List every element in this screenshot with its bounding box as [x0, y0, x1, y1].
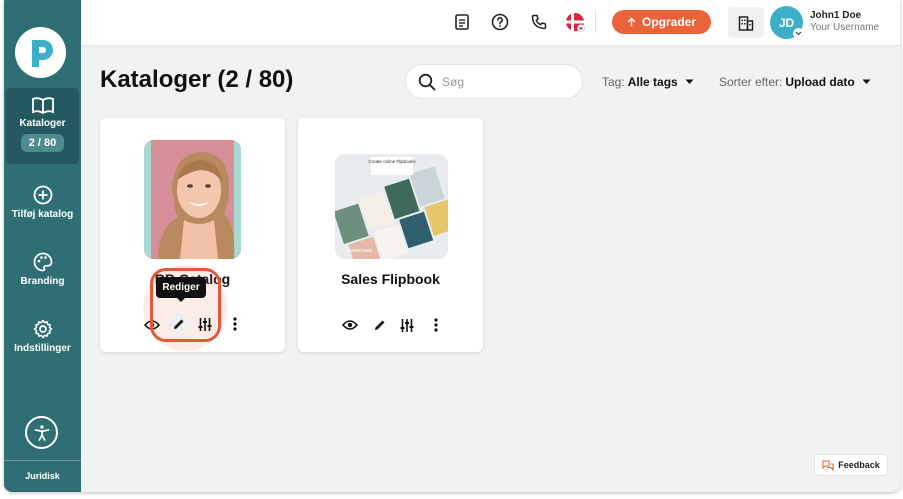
sidebar-item-label: Kataloger — [19, 118, 66, 129]
upgrade-button[interactable]: Opgrader — [612, 10, 711, 34]
plus-circle-icon — [33, 185, 52, 205]
sidebar-divider — [4, 460, 81, 461]
catalog-thumbnail[interactable]: Create online Flipbooks PAPERTURN — [335, 154, 448, 259]
sliders-icon[interactable] — [398, 316, 416, 334]
search-icon — [418, 73, 436, 90]
organization-button[interactable] — [728, 7, 764, 38]
sidebar-item-label: Indstillinger — [14, 343, 71, 354]
pencil-icon[interactable] — [371, 316, 389, 334]
sort-dropdown[interactable]: Sorter efter: Upload dato — [719, 75, 871, 89]
catalog-card[interactable]: Create online Flipbooks PAPERTURN Sales … — [298, 118, 483, 352]
app-logo[interactable] — [15, 27, 66, 78]
sort-value: Upload dato — [785, 75, 855, 89]
catalog-thumbnail[interactable] — [144, 140, 241, 259]
search-input[interactable] — [442, 74, 572, 89]
chevron-down-icon[interactable] — [793, 28, 804, 39]
caret-down-icon — [685, 79, 694, 84]
help-icon[interactable] — [490, 12, 510, 32]
user-subtitle: Your Username — [810, 22, 880, 33]
more-vertical-icon[interactable] — [226, 315, 244, 333]
phone-icon[interactable] — [529, 12, 549, 32]
user-name: John1 Doe — [810, 10, 862, 21]
upgrade-label: Opgrader — [641, 15, 696, 29]
tag-filter-label: Tag: — [602, 75, 625, 89]
document-icon[interactable] — [452, 12, 472, 32]
sidebar: Kataloger 2 / 80 Tilføj katalog Branding — [4, 0, 81, 492]
thumb-brand: PAPERTURN — [347, 248, 372, 253]
eye-icon[interactable] — [341, 316, 359, 334]
page-title: Kataloger (2 / 80) — [100, 66, 294, 93]
sidebar-item-tilfoej-katalog[interactable]: Tilføj katalog — [6, 185, 79, 220]
sidebar-item-branding[interactable]: Branding — [6, 252, 79, 287]
sidebar-item-kataloger[interactable]: Kataloger 2 / 80 — [6, 88, 79, 164]
accessibility-icon — [34, 424, 49, 441]
feedback-button[interactable]: Feedback — [814, 454, 888, 476]
search-box[interactable] — [405, 64, 583, 99]
top-bar: Opgrader JD John1 Doe Your Username — [81, 0, 900, 45]
palette-icon — [33, 252, 52, 272]
thumb-tagline: Create online Flipbooks — [368, 159, 416, 164]
sidebar-item-label: Tilføj katalog — [11, 209, 74, 220]
building-icon — [738, 15, 754, 31]
tag-filter-dropdown[interactable]: Tag: Alle tags — [602, 75, 694, 89]
arrow-up-icon — [627, 17, 636, 27]
accessibility-button[interactable] — [25, 416, 58, 449]
more-vertical-icon[interactable] — [427, 316, 445, 334]
danish-flag-icon[interactable] — [565, 12, 585, 32]
edit-tooltip: Rediger — [156, 277, 206, 302]
feedback-icon — [822, 459, 834, 471]
sort-label: Sorter efter: — [719, 75, 783, 89]
sidebar-item-indstillinger[interactable]: Indstillinger — [6, 319, 79, 354]
topbar-divider — [595, 11, 596, 33]
caret-down-icon — [862, 79, 871, 84]
sidebar-item-label: Branding — [20, 276, 65, 287]
feedback-label: Feedback — [838, 460, 880, 470]
app-window: Kataloger 2 / 80 Tilføj katalog Branding — [4, 0, 900, 492]
catalog-actions — [298, 316, 483, 332]
legal-link[interactable]: Juridisk — [4, 471, 81, 481]
catalog-title: Sales Flipbook — [341, 271, 440, 287]
book-open-icon — [31, 97, 54, 114]
catalog-count-badge: 2 / 80 — [20, 134, 65, 152]
tag-filter-value: Alle tags — [627, 75, 678, 89]
gear-icon — [33, 319, 52, 339]
